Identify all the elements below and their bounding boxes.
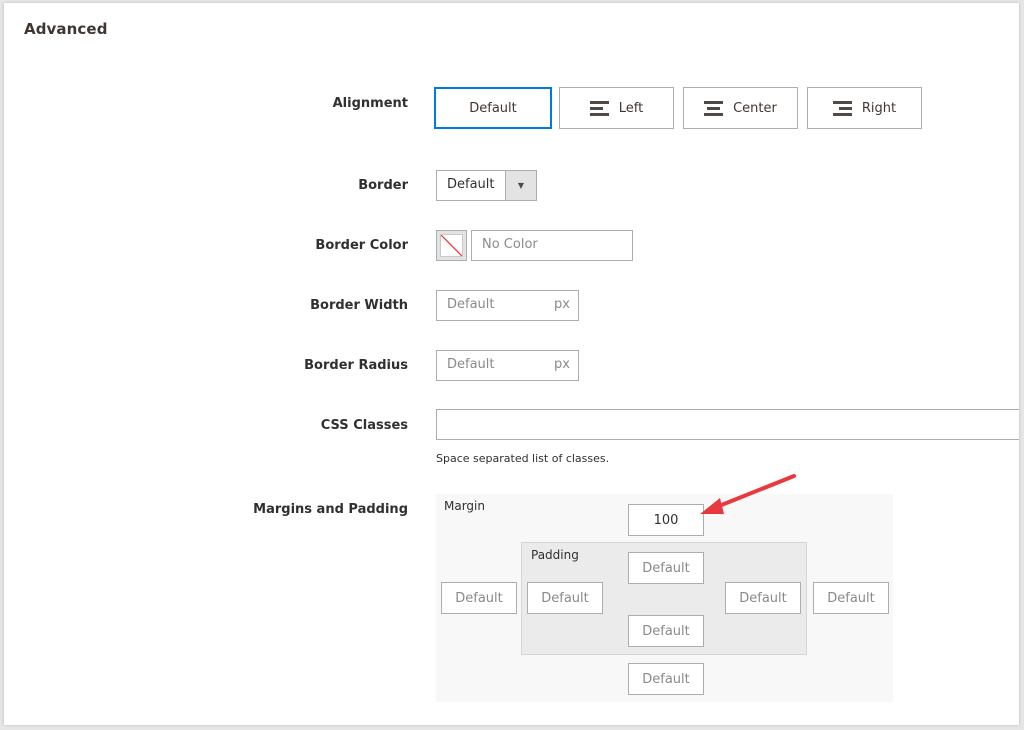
css-classes-input[interactable] [436, 409, 1019, 440]
alignment-right-button[interactable]: Right [807, 87, 922, 129]
border-color-placeholder: No Color [482, 237, 538, 252]
alignment-default-button[interactable]: Default [434, 87, 552, 129]
advanced-panel: Advanced Alignment Default Left Center R… [4, 3, 1019, 725]
border-color-label: Border Color [315, 238, 408, 253]
css-classes-note: Space separated list of classes. [436, 452, 610, 465]
no-color-icon [440, 234, 463, 257]
alignment-right-label: Right [861, 100, 897, 116]
border-radius-unit: px [554, 357, 570, 372]
margin-box: Margin 100 Default Default Default Paddi… [436, 494, 893, 702]
margin-right-input[interactable]: Default [813, 582, 889, 614]
padding-right-input[interactable]: Default [725, 582, 801, 614]
color-swatch-button[interactable] [436, 230, 467, 261]
border-label: Border [358, 178, 408, 193]
border-width-placeholder: Default [447, 297, 495, 312]
border-width-unit: px [554, 297, 570, 312]
padding-box: Padding Default Default Default Default [521, 542, 807, 655]
alignment-default-label: Default [469, 100, 517, 116]
annotation-arrow-icon [700, 474, 796, 514]
padding-bottom-input[interactable]: Default [628, 615, 704, 647]
alignment-label: Alignment [332, 96, 408, 111]
section-title: Advanced [24, 20, 108, 38]
padding-left-input[interactable]: Default [527, 582, 603, 614]
padding-top-input[interactable]: Default [628, 552, 704, 584]
border-width-input[interactable]: Default px [436, 290, 579, 321]
border-radius-placeholder: Default [447, 357, 495, 372]
margins-padding-label: Margins and Padding [253, 502, 408, 517]
border-select-value: Default [447, 177, 495, 192]
css-classes-label: CSS Classes [320, 418, 408, 433]
alignment-left-label: Left [618, 100, 644, 116]
chevron-down-icon[interactable]: ▼ [505, 171, 536, 200]
border-color-input[interactable]: No Color [471, 230, 633, 261]
align-right-icon [832, 99, 852, 117]
border-radius-label: Border Radius [304, 358, 408, 373]
alignment-center-button[interactable]: Center [683, 87, 798, 129]
align-center-icon [704, 99, 724, 117]
alignment-center-label: Center [733, 100, 777, 116]
padding-label: Padding [531, 548, 579, 562]
border-select[interactable]: Default ▼ [436, 170, 537, 201]
border-width-label: Border Width [310, 298, 408, 313]
alignment-left-button[interactable]: Left [559, 87, 674, 129]
margin-label: Margin [444, 499, 485, 513]
border-radius-input[interactable]: Default px [436, 350, 579, 381]
margin-bottom-input[interactable]: Default [628, 663, 704, 695]
margin-left-input[interactable]: Default [441, 582, 517, 614]
align-left-icon [589, 99, 609, 117]
